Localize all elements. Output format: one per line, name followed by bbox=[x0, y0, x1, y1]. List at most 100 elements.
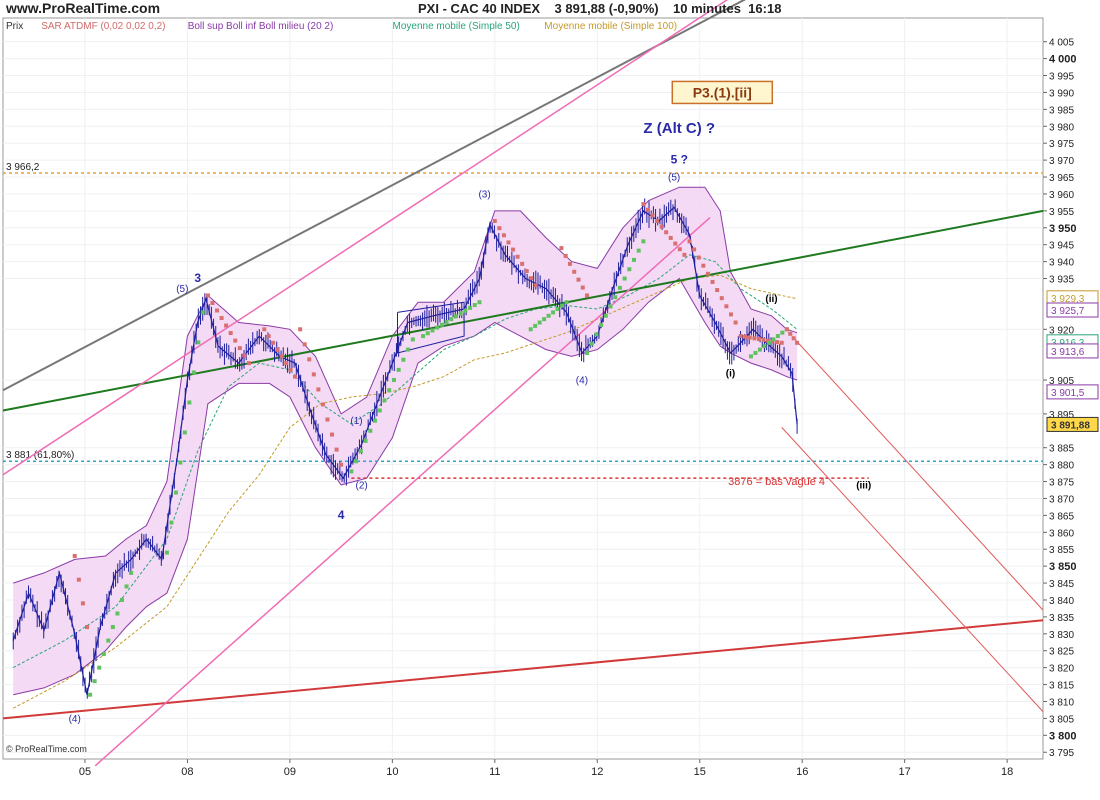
wave-label: (5) bbox=[668, 172, 680, 183]
sar-dot bbox=[439, 322, 444, 327]
site-title[interactable]: www.ProRealTime.com bbox=[5, 0, 160, 16]
sar-dot bbox=[182, 430, 187, 435]
sar-dot bbox=[129, 570, 134, 575]
sar-dot bbox=[580, 285, 585, 290]
sar-dot bbox=[205, 293, 210, 298]
sar-dot bbox=[275, 347, 280, 352]
sar-dot bbox=[187, 400, 192, 405]
sar-dot bbox=[677, 247, 682, 252]
sar-dot bbox=[228, 331, 233, 336]
sar-dot bbox=[528, 327, 533, 332]
sar-dot bbox=[124, 584, 129, 589]
sar-dot bbox=[576, 277, 581, 282]
sar-dot bbox=[334, 447, 339, 452]
sar-dot bbox=[705, 271, 710, 276]
sar-dot bbox=[468, 305, 473, 310]
label-box-text: P3.(1).[ii] bbox=[693, 84, 752, 100]
x-tick-label: 12 bbox=[591, 766, 603, 778]
sar-dot bbox=[682, 252, 687, 257]
sar-dot bbox=[724, 304, 729, 309]
wave-label: 4 bbox=[338, 508, 345, 522]
sar-dot bbox=[302, 342, 307, 347]
sar-dot bbox=[266, 334, 271, 339]
sar-dot bbox=[632, 257, 637, 262]
sar-dot bbox=[169, 520, 174, 525]
level-label: 3 966,2 bbox=[6, 162, 40, 173]
x-tick-label: 09 bbox=[284, 766, 296, 778]
sar-dot bbox=[564, 300, 569, 305]
y-tick-label: 3 800 bbox=[1049, 730, 1077, 742]
sar-dot bbox=[477, 300, 482, 305]
sar-dot bbox=[97, 665, 102, 670]
sar-dot bbox=[215, 308, 220, 313]
sar-dot bbox=[603, 313, 608, 318]
y-tick-label: 3 960 bbox=[1049, 190, 1074, 201]
x-tick-label: 08 bbox=[181, 766, 193, 778]
sar-dot bbox=[791, 336, 796, 341]
wave-label: (4) bbox=[69, 714, 81, 725]
sar-dot bbox=[106, 638, 111, 643]
y-tick-label: 3 865 bbox=[1049, 511, 1074, 522]
sar-dot bbox=[262, 327, 267, 332]
legend-item: Boll sup Boll inf Boll milieu (20 2) bbox=[188, 21, 334, 32]
sar-dot bbox=[377, 408, 382, 413]
sar-dot bbox=[373, 418, 378, 423]
sar-dot bbox=[747, 335, 752, 340]
sar-dot bbox=[559, 246, 564, 251]
x-tick-label: 17 bbox=[899, 766, 911, 778]
y-tick-label: 3 870 bbox=[1049, 494, 1074, 505]
sar-dot bbox=[585, 350, 590, 355]
y-tick-label: 3 860 bbox=[1049, 528, 1074, 539]
sar-dot bbox=[729, 312, 733, 317]
sar-dot bbox=[80, 601, 85, 606]
sar-dot bbox=[178, 460, 183, 465]
sar-dot bbox=[771, 337, 776, 342]
sar-dot bbox=[762, 344, 767, 349]
sar-dot bbox=[391, 378, 396, 383]
sar-dot bbox=[655, 219, 660, 224]
sar-dot bbox=[788, 331, 793, 336]
y-tick-label: 3 825 bbox=[1049, 647, 1074, 658]
legend-item: Moyenne mobile (Simple 50) bbox=[393, 21, 520, 32]
sar-dot bbox=[551, 310, 556, 315]
sar-dot bbox=[237, 346, 242, 351]
sar-dot bbox=[501, 233, 506, 238]
sar-dot bbox=[88, 692, 93, 697]
sar-dot bbox=[339, 462, 344, 467]
sar-dot bbox=[645, 207, 650, 212]
x-tick-label: 05 bbox=[79, 766, 91, 778]
sar-dot bbox=[101, 652, 106, 657]
x-tick-label: 16 bbox=[796, 766, 808, 778]
sar-dot bbox=[497, 226, 502, 231]
sar-dot bbox=[701, 263, 706, 268]
sar-dot bbox=[401, 357, 406, 362]
sar-dot bbox=[515, 254, 520, 259]
chart-title: PXI - CAC 40 INDEX 3 891,88 (-0,90%) 10 … bbox=[418, 1, 781, 16]
sar-dot bbox=[627, 267, 632, 272]
sar-dot bbox=[719, 296, 724, 301]
sar-dot bbox=[766, 340, 771, 345]
wave-label: 3876 = bas vague 4 bbox=[728, 476, 825, 488]
price-chart: 3 966,2 3 881 (61,80%) 3 (5) (4) 4 (2) (1) (3) (… bbox=[0, 0, 1100, 800]
sar-dot bbox=[458, 311, 463, 316]
y-tick-label: 3 835 bbox=[1049, 613, 1074, 624]
sar-dot bbox=[696, 255, 701, 260]
sar-dot bbox=[641, 202, 646, 207]
sar-dot bbox=[110, 625, 115, 630]
y-tick-label: 3 985 bbox=[1049, 105, 1074, 116]
plot-area bbox=[2, 17, 1044, 760]
sar-dot bbox=[555, 306, 560, 311]
sar-dot bbox=[430, 328, 435, 333]
sar-dot bbox=[650, 213, 655, 218]
y-tick-label: 3 845 bbox=[1049, 579, 1074, 590]
sar-dot bbox=[119, 597, 124, 602]
sar-dot bbox=[164, 550, 169, 555]
sar-dot bbox=[173, 490, 178, 495]
sar-dot bbox=[594, 332, 599, 337]
legend-item: Prix bbox=[6, 21, 23, 32]
wave-label: (1) bbox=[350, 416, 362, 427]
y-tick-label: 3 965 bbox=[1049, 173, 1074, 184]
sar-dot bbox=[613, 295, 618, 300]
y-tick-label: 3 975 bbox=[1049, 139, 1074, 150]
sar-dot bbox=[330, 432, 335, 437]
